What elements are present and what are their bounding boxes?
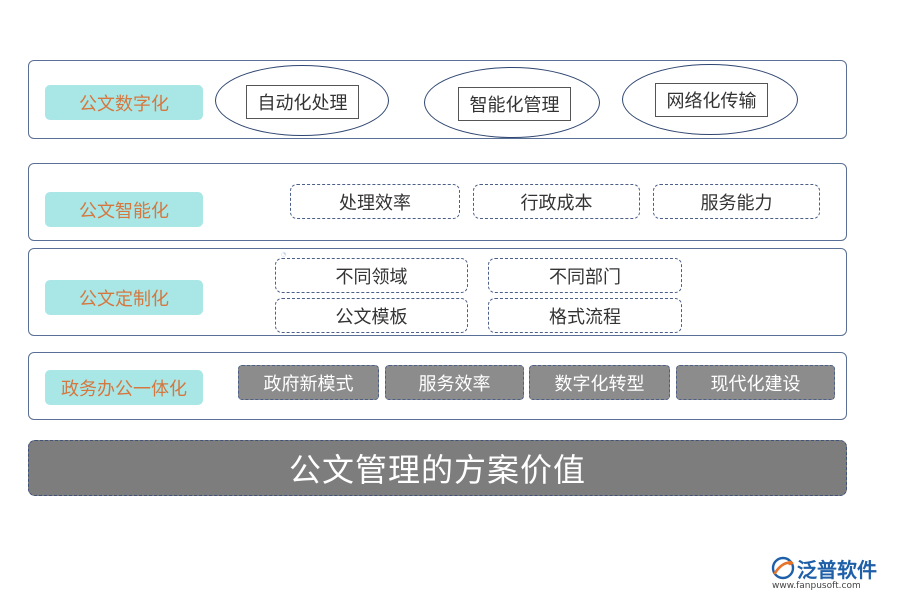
intelligent-item-1: 处理效率 — [290, 184, 460, 219]
custom-item-2: 不同部门 — [488, 258, 682, 293]
value-banner: 公文管理的方案价值 — [28, 440, 847, 496]
custom-item-4: 格式流程 — [488, 298, 682, 333]
brand-logo-name: 泛普软件 — [797, 558, 877, 582]
custom-item-1: 不同领域 — [275, 258, 468, 293]
row-intelligent-label: 公文智能化 — [45, 192, 203, 227]
intelligent-item-3: 服务能力 — [653, 184, 820, 219]
row-integration-label: 政务办公一体化 — [45, 370, 203, 405]
integration-item-1: 政府新模式 — [238, 365, 379, 400]
watermark-mark: ◔ — [281, 251, 287, 258]
integration-item-2: 服务效率 — [385, 365, 524, 400]
brand-logo: 泛普软件 www.fanpusoft.com — [770, 553, 895, 595]
brand-logo-icon — [771, 556, 795, 580]
digital-item-2: 智能化管理 — [458, 87, 571, 121]
custom-item-3: 公文模板 — [275, 298, 468, 333]
digital-item-3: 网络化传输 — [655, 83, 768, 117]
intelligent-item-2: 行政成本 — [473, 184, 640, 219]
integration-item-3: 数字化转型 — [529, 365, 670, 400]
digital-item-1: 自动化处理 — [246, 85, 359, 119]
row-digital-label: 公文数字化 — [45, 85, 203, 120]
brand-logo-url: www.fanpusoft.com — [772, 581, 861, 591]
row-custom-label: 公文定制化 — [45, 280, 203, 315]
integration-item-4: 现代化建设 — [676, 365, 835, 400]
